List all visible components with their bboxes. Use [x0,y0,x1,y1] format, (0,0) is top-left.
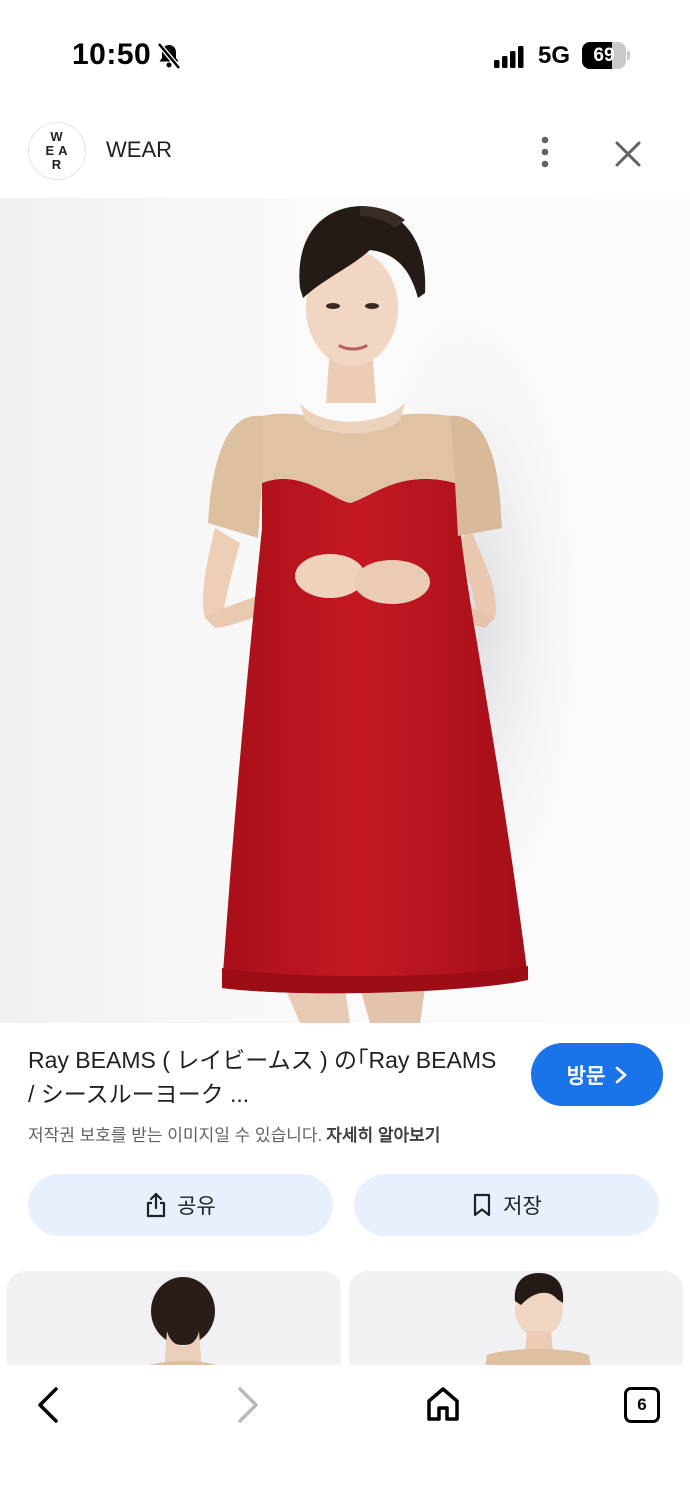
battery-icon: 69 [582,42,630,69]
copyright-text: 저작권 보호를 받는 이미지일 수 있습니다. [28,1126,323,1145]
close-icon[interactable] [610,136,646,172]
forward-icon[interactable] [232,1385,262,1425]
share-icon [147,1192,166,1218]
bell-slash-icon [157,42,181,70]
site-logo-text: WEAR [45,129,72,172]
copyright-notice: 저작권 보호를 받는 이미지일 수 있습니다. 자세히 알아보기 [28,1121,440,1146]
visit-label: 방문 [566,1064,606,1088]
tab-count: 6 [637,1395,647,1414]
share-label: 공유 [177,1195,216,1218]
bookmark-icon [474,1193,491,1217]
home-icon[interactable] [424,1385,462,1423]
battery-level: 69 [593,45,615,66]
more-vertical-icon[interactable] [530,134,560,170]
status-bar: 10:50 5G 69 [0,0,690,110]
bottom-navigation: 6 [0,1365,690,1500]
visit-button[interactable]: 방문 [531,1043,663,1106]
main-image[interactable] [0,198,690,1023]
network-type: 5G [538,42,571,69]
woman-in-red-dress-photo [203,206,590,1023]
share-button[interactable]: 공유 [28,1174,333,1236]
tabs-icon[interactable]: 6 [624,1387,660,1423]
image-title[interactable]: Ray BEAMS ( レイビームス ) の｢Ray BEAMS / シースルー… [28,1043,508,1111]
back-icon[interactable] [34,1385,64,1425]
site-name[interactable]: WEAR [106,137,172,163]
site-header: WEAR WEAR [0,110,690,198]
chevron-right-icon [616,1066,627,1083]
status-time: 10:50 [72,38,152,71]
save-button[interactable]: 저장 [354,1174,659,1236]
site-logo[interactable]: WEAR [28,122,86,180]
signal-bars-icon [494,46,524,68]
learn-more-link[interactable]: 자세히 알아보기 [326,1126,440,1145]
save-label: 저장 [503,1195,542,1218]
